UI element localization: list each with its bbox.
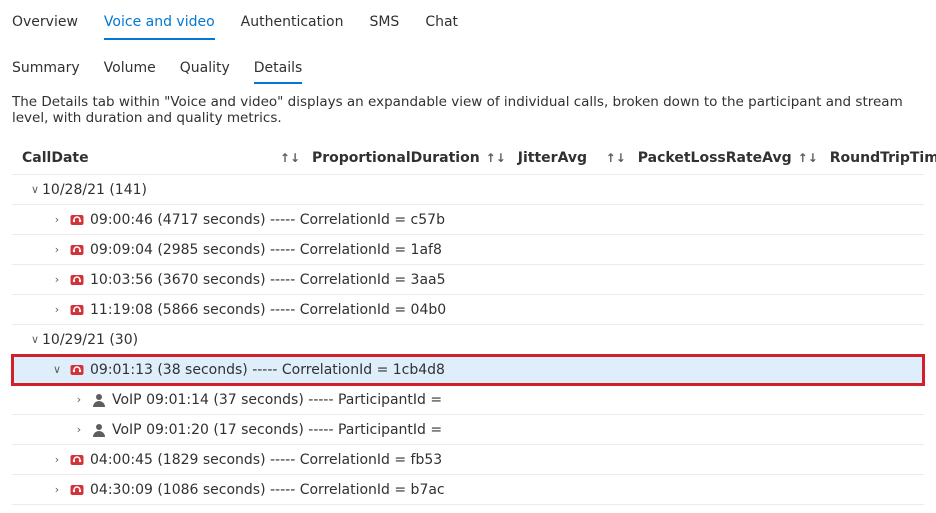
- participant-row[interactable]: › VoIP 09:01:14 (37 seconds) ----- Parti…: [12, 385, 924, 415]
- chevron-down-icon[interactable]: ∨: [28, 333, 42, 346]
- participant-row-text: VoIP 09:01:14 (37 seconds) ----- Partici…: [112, 392, 442, 408]
- chevron-right-icon[interactable]: ›: [50, 273, 64, 286]
- phone-icon: [68, 481, 86, 499]
- sort-icon[interactable]: ↑↓: [486, 151, 518, 165]
- column-calldate[interactable]: CallDate ↑↓: [22, 150, 312, 166]
- phone-icon: [68, 451, 86, 469]
- chevron-right-icon[interactable]: ›: [72, 423, 86, 436]
- date-group-row[interactable]: ∨10/29/21 (30): [12, 325, 924, 355]
- participant-row[interactable]: › VoIP 09:01:20 (17 seconds) ----- Parti…: [12, 415, 924, 445]
- chevron-right-icon[interactable]: ›: [50, 453, 64, 466]
- tab-overview[interactable]: Overview: [12, 8, 78, 40]
- column-propduration-label: ProportionalDuration: [312, 150, 480, 166]
- call-row[interactable]: › 04:00:45 (1829 seconds) ----- Correlat…: [12, 445, 924, 475]
- subtab-summary[interactable]: Summary: [12, 56, 80, 84]
- sort-icon[interactable]: ↑↓: [606, 151, 638, 165]
- date-group-label: 10/29/21 (30): [42, 332, 138, 348]
- column-calldate-label: CallDate: [22, 150, 89, 166]
- table-body: ∨10/28/21 (141)› 09:00:46 (4717 seconds)…: [12, 175, 924, 505]
- phone-icon: [68, 241, 86, 259]
- chevron-right-icon[interactable]: ›: [72, 393, 86, 406]
- phone-icon: [68, 211, 86, 229]
- main-tabs: Overview Voice and video Authentication …: [12, 8, 924, 40]
- column-proportionalduration[interactable]: ProportionalDuration ↑↓: [312, 150, 518, 166]
- phone-icon: [68, 301, 86, 319]
- column-jitteravg[interactable]: JitterAvg ↑↓: [518, 150, 638, 166]
- phone-icon: [68, 361, 86, 379]
- sub-tabs: Summary Volume Quality Details: [12, 56, 924, 84]
- subtab-details[interactable]: Details: [254, 56, 303, 84]
- chevron-down-icon[interactable]: ∨: [50, 363, 64, 376]
- sort-icon[interactable]: ↑↓: [280, 151, 312, 165]
- chevron-right-icon[interactable]: ›: [50, 483, 64, 496]
- call-row-text: 09:01:13 (38 seconds) ----- CorrelationI…: [90, 362, 445, 378]
- call-row-text: 11:19:08 (5866 seconds) ----- Correlatio…: [90, 302, 446, 318]
- call-row-text: 04:00:45 (1829 seconds) ----- Correlatio…: [90, 452, 442, 468]
- column-roundtriptimeavg[interactable]: RoundTripTimeAvg ↑↓: [830, 150, 936, 166]
- date-group-label: 10/28/21 (141): [42, 182, 147, 198]
- chevron-right-icon[interactable]: ›: [50, 213, 64, 226]
- date-group-row[interactable]: ∨10/28/21 (141): [12, 175, 924, 205]
- tab-authentication[interactable]: Authentication: [241, 8, 344, 40]
- chevron-right-icon[interactable]: ›: [50, 243, 64, 256]
- call-row-text: 10:03:56 (3670 seconds) ----- Correlatio…: [90, 272, 446, 288]
- tab-description: The Details tab within "Voice and video"…: [12, 94, 924, 126]
- column-packetloss-label: PacketLossRateAvg: [638, 150, 792, 166]
- column-rtt-label: RoundTripTimeAvg: [830, 150, 936, 166]
- sort-icon[interactable]: ↑↓: [798, 151, 830, 165]
- call-row[interactable]: › 09:09:04 (2985 seconds) ----- Correlat…: [12, 235, 924, 265]
- subtab-quality[interactable]: Quality: [180, 56, 230, 84]
- call-row-text: 09:09:04 (2985 seconds) ----- Correlatio…: [90, 242, 442, 258]
- subtab-volume[interactable]: Volume: [104, 56, 156, 84]
- phone-icon: [68, 271, 86, 289]
- table-header: CallDate ↑↓ ProportionalDuration ↑↓ Jitt…: [12, 142, 924, 175]
- tab-chat[interactable]: Chat: [425, 8, 458, 40]
- call-row[interactable]: › 11:19:08 (5866 seconds) ----- Correlat…: [12, 295, 924, 325]
- column-packetlossrateavg[interactable]: PacketLossRateAvg ↑↓: [638, 150, 830, 166]
- call-row[interactable]: › 09:00:46 (4717 seconds) ----- Correlat…: [12, 205, 924, 235]
- tab-voice-and-video[interactable]: Voice and video: [104, 8, 215, 40]
- call-row[interactable]: › 10:03:56 (3670 seconds) ----- Correlat…: [12, 265, 924, 295]
- chevron-right-icon[interactable]: ›: [50, 303, 64, 316]
- tab-sms[interactable]: SMS: [369, 8, 399, 40]
- call-row-text: 09:00:46 (4717 seconds) ----- Correlatio…: [90, 212, 445, 228]
- person-icon: [90, 421, 108, 439]
- chevron-down-icon[interactable]: ∨: [28, 183, 42, 196]
- person-icon: [90, 391, 108, 409]
- participant-row-text: VoIP 09:01:20 (17 seconds) ----- Partici…: [112, 422, 442, 438]
- call-row-text: 04:30:09 (1086 seconds) ----- Correlatio…: [90, 482, 445, 498]
- call-row[interactable]: › 04:30:09 (1086 seconds) ----- Correlat…: [12, 475, 924, 505]
- call-row[interactable]: ∨ 09:01:13 (38 seconds) ----- Correlatio…: [12, 355, 924, 385]
- column-jitter-label: JitterAvg: [518, 150, 587, 166]
